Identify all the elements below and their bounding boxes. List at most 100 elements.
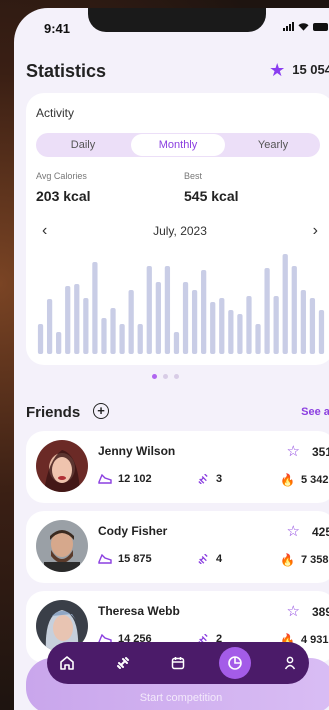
points-value: 15 054 [292,62,329,77]
activity-bar [128,290,134,354]
friend-card[interactable]: Cody Fisher ☆ 425 15 875 4 🔥 7 358 [26,511,329,583]
activity-bar [219,298,225,354]
steps-metric: 12 102 [98,473,152,485]
best-value: 545 kcal [184,188,239,204]
tab-monthly[interactable]: Monthly [131,134,225,156]
activity-bar [237,314,243,354]
dumbbell-icon[interactable] [110,650,136,676]
activity-bar [164,266,171,354]
steps-value: 15 875 [118,553,152,565]
calories-value: 4 931 [300,634,329,646]
tab-yearly[interactable]: Yearly [226,134,320,156]
points-badge: ★ 15 054 [269,59,329,80]
shoe-icon [98,474,112,484]
battery-icon [313,22,328,31]
activity-bar [119,324,125,354]
status-time: 9:41 [44,21,71,36]
activity-bar [146,266,152,354]
month-switcher: ‹ July, 2023 › [26,222,329,242]
calories-metric: 🔥 7 358 [280,553,328,567]
star-outline-icon: ☆ [286,523,300,540]
avg-calories-value: 203 kcal [36,188,91,204]
start-competition-label: Start competition [139,692,223,704]
workouts-metric: 4 [196,553,222,565]
avg-calories-label: Avg Calories [36,171,87,181]
add-friend-icon[interactable]: + [93,403,109,419]
friends-title: Friends [26,404,81,421]
activity-bar [83,298,89,354]
activity-bar [110,308,116,354]
calendar-icon[interactable] [165,650,191,676]
activity-card: Activity Daily Monthly Yearly Avg Calori… [26,93,329,365]
activity-label: Activity [36,106,75,120]
activity-bar [246,296,252,354]
calories-value: 5 342 [300,474,329,486]
star-icon: ★ [269,59,286,80]
avatar [36,440,88,492]
activity-bar [37,324,44,354]
dumbbell-icon [198,554,208,564]
best-label: Best [184,171,203,181]
signal-icon [283,22,294,31]
workouts-metric: 3 [196,473,222,485]
activity-bar [210,302,216,354]
activity-bar [137,324,143,354]
activity-bar [182,282,189,354]
period-segmented-control: Daily Monthly Yearly [36,133,320,157]
friend-name: Jenny Wilson [98,444,176,458]
page-dot[interactable] [152,374,157,379]
activity-bar [282,254,288,354]
star-outline-icon: ☆ [286,443,300,460]
status-icons [283,22,328,31]
activity-bar [291,266,297,354]
activity-bar [92,262,98,354]
statistics-icon[interactable] [222,650,248,676]
activity-bar [273,296,279,354]
activity-bar [191,290,198,354]
tab-daily[interactable]: Daily [36,134,130,156]
see-all-link[interactable]: See all [301,406,329,418]
workouts-value: 3 [216,473,223,485]
calories-metric: 🔥 5 342 [280,473,328,487]
activity-bar [255,324,261,354]
activity-bar [264,268,270,354]
profile-icon[interactable] [277,650,303,676]
activity-bar [65,286,71,354]
friend-card[interactable]: Jenny Wilson ☆ 351 12 102 3 🔥 5 342 [26,431,329,503]
activity-bar-chart [37,254,325,354]
page-dot[interactable] [163,374,168,379]
activity-bar [155,282,161,354]
home-icon[interactable] [54,650,80,676]
activity-bar [101,318,107,354]
calories-value: 7 358 [300,554,329,566]
workouts-value: 4 [216,553,223,565]
activity-bar [56,332,62,354]
page-indicator [152,374,179,379]
page-dot[interactable] [174,374,179,379]
steps-metric: 15 875 [98,553,152,565]
friend-score: 389 [311,605,329,619]
friend-score: 351 [311,445,329,459]
activity-bar [201,270,207,354]
fire-icon: 🔥 [280,553,295,567]
activity-bar [300,290,306,354]
friend-name: Cody Fisher [98,524,168,538]
dumbbell-icon [198,474,208,484]
chevron-right-icon[interactable]: › [313,222,318,240]
activity-bar [173,332,180,354]
page-title: Statistics [26,61,107,81]
activity-bar [309,298,316,354]
fire-icon: 🔥 [280,473,295,487]
activity-bar [318,310,325,354]
phone-screen: 9:41 Statistics ★ 15 054 Activity Daily … [14,8,329,710]
notch [88,8,266,32]
bottom-nav [47,642,309,684]
month-label: July, 2023 [153,224,207,238]
avatar [36,520,88,572]
activity-bar [46,299,53,354]
activity-bar [228,310,234,354]
steps-value: 12 102 [118,473,152,485]
wifi-icon [298,23,309,31]
friend-name: Theresa Webb [98,604,180,618]
activity-bar [74,284,80,354]
